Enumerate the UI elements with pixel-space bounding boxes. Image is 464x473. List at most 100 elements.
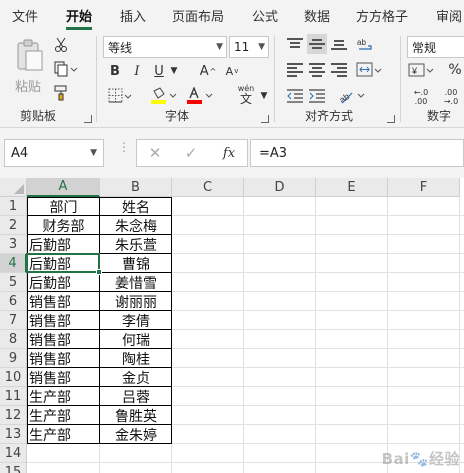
underline-dropdown-icon[interactable]: ▼ [169, 62, 179, 80]
row-header-10[interactable]: 10 [0, 368, 27, 387]
cell-b11[interactable]: 吕蓉 [100, 387, 172, 406]
row-header-13[interactable]: 13 [0, 425, 27, 444]
column-header-b[interactable]: B [100, 178, 172, 197]
row-header-5[interactable]: 5 [0, 273, 27, 292]
cell-b5[interactable]: 姜惜雪 [100, 273, 172, 292]
fill-color-button[interactable] [149, 86, 179, 106]
phonetic-dropdown-icon[interactable]: ▼ [259, 88, 269, 104]
paste-button[interactable]: 粘贴 [10, 36, 50, 95]
cell-a1[interactable]: 部门 [27, 197, 100, 216]
font-size-select[interactable]: 11 ▼ [229, 36, 269, 58]
tab-data[interactable]: 数据 [304, 6, 330, 25]
tab-fangfang-gezi[interactable]: 方方格子 [356, 6, 408, 25]
number-format-select[interactable]: 常规 [407, 36, 464, 58]
row-header-12[interactable]: 12 [0, 406, 27, 425]
align-right-icon[interactable] [329, 60, 349, 80]
drag-handle-icon[interactable]: ⋮ [118, 141, 130, 162]
align-center-icon[interactable] [307, 60, 327, 80]
phonetic-guide-button[interactable]: wén 文 [233, 84, 259, 106]
font-color-button[interactable] [185, 86, 215, 106]
tab-review[interactable]: 审阅 [436, 6, 462, 25]
cell-b12[interactable]: 鲁胜英 [100, 406, 172, 425]
borders-button[interactable] [107, 86, 133, 106]
spreadsheet-grid[interactable]: A B C D E F 1 2 3 4 5 6 7 8 9 10 11 12 13 14 15 部门 姓名 财务部 朱念梅 后勤部… [0, 178, 464, 473]
percent-style-button[interactable]: % [445, 60, 464, 80]
tab-page-layout[interactable]: 页面布局 [172, 6, 224, 25]
cell-b3[interactable]: 朱乐萱 [100, 235, 172, 254]
cell-b6[interactable]: 谢丽丽 [100, 292, 172, 311]
cell-a4[interactable]: 后勤部 [27, 254, 100, 273]
cell-b2[interactable]: 朱念梅 [100, 216, 172, 235]
row-header-8[interactable]: 8 [0, 330, 27, 349]
cell-a7[interactable]: 销售部 [27, 311, 100, 330]
decrease-font-button[interactable]: Av [221, 62, 243, 80]
row-header-2[interactable]: 2 [0, 216, 27, 235]
cell-a2[interactable]: 财务部 [27, 216, 100, 235]
cell-a11[interactable]: 生产部 [27, 387, 100, 406]
increase-indent-icon[interactable] [307, 86, 327, 106]
fill-handle[interactable] [96, 269, 102, 275]
cell-b8[interactable]: 何瑞 [100, 330, 172, 349]
select-all-button[interactable] [0, 178, 27, 197]
clipboard-launcher-icon[interactable] [84, 115, 92, 123]
wrap-text-icon[interactable]: ab [355, 34, 377, 54]
cell-a13[interactable]: 生产部 [27, 425, 100, 444]
underline-button[interactable]: U [151, 62, 167, 80]
cell-b7[interactable]: 李倩 [100, 311, 172, 330]
row-header-7[interactable]: 7 [0, 311, 27, 330]
formula-input[interactable]: =A3 [250, 139, 464, 167]
cell-b10[interactable]: 金贞 [100, 368, 172, 387]
font-name-select[interactable]: 等线 ▼ [103, 36, 227, 58]
column-header-a[interactable]: A [27, 178, 100, 197]
font-launcher-icon[interactable] [261, 115, 269, 123]
cell-a9[interactable]: 销售部 [27, 349, 100, 368]
cut-icon[interactable] [52, 36, 70, 54]
column-header-c[interactable]: C [172, 178, 244, 197]
orientation-icon[interactable]: ab [337, 86, 367, 106]
cell-a10[interactable]: 销售部 [27, 368, 100, 387]
bold-button[interactable]: B [107, 62, 123, 80]
format-painter-icon[interactable] [52, 84, 70, 102]
cell-a8[interactable]: 销售部 [27, 330, 100, 349]
row-header-15[interactable]: 15 [0, 463, 27, 473]
align-top-icon[interactable] [285, 34, 305, 54]
align-middle-icon[interactable] [307, 34, 327, 54]
copy-icon[interactable] [52, 60, 80, 78]
column-header-f[interactable]: F [388, 178, 460, 197]
increase-font-button[interactable]: A ^ [197, 62, 219, 80]
cell-b4[interactable]: 曹锦 [100, 254, 172, 273]
column-header-d[interactable]: D [244, 178, 316, 197]
cancel-icon[interactable]: ✕ [145, 144, 165, 162]
cell-a6[interactable]: 销售部 [27, 292, 100, 311]
cell-a5[interactable]: 后勤部 [27, 273, 100, 292]
insert-function-button[interactable]: fx [217, 144, 241, 162]
name-box[interactable]: A4 ▼ [4, 139, 104, 167]
cell-b1[interactable]: 姓名 [100, 197, 172, 216]
cell-a3[interactable]: 后勤部 [27, 235, 100, 254]
tab-formulas[interactable]: 公式 [252, 6, 278, 25]
row-header-1[interactable]: 1 [0, 197, 27, 216]
row-header-3[interactable]: 3 [0, 235, 27, 254]
column-header-e[interactable]: E [316, 178, 388, 197]
row-header-4[interactable]: 4 [0, 254, 27, 273]
accounting-format-icon[interactable]: ¥ [407, 60, 435, 80]
merge-center-icon[interactable] [355, 60, 383, 80]
align-left-icon[interactable] [285, 60, 305, 80]
decrease-indent-icon[interactable] [285, 86, 305, 106]
cell-b9[interactable]: 陶桂 [100, 349, 172, 368]
row-header-11[interactable]: 11 [0, 387, 27, 406]
tab-home[interactable]: 开始 [66, 6, 93, 30]
tab-insert[interactable]: 插入 [120, 6, 146, 25]
increase-decimal-button[interactable]: ←.0 .00 [407, 86, 435, 108]
tab-file[interactable]: 文件 [12, 6, 38, 25]
row-header-6[interactable]: 6 [0, 292, 27, 311]
enter-icon[interactable]: ✓ [181, 144, 201, 162]
cell-a12[interactable]: 生产部 [27, 406, 100, 425]
align-bottom-icon[interactable] [329, 34, 349, 54]
row-header-14[interactable]: 14 [0, 444, 27, 463]
row-header-9[interactable]: 9 [0, 349, 27, 368]
italic-button[interactable]: I [129, 62, 145, 80]
cell-b13[interactable]: 金朱婷 [100, 425, 172, 444]
alignment-launcher-icon[interactable] [387, 115, 395, 123]
decrease-decimal-button[interactable]: .00 →.0 [437, 86, 464, 108]
